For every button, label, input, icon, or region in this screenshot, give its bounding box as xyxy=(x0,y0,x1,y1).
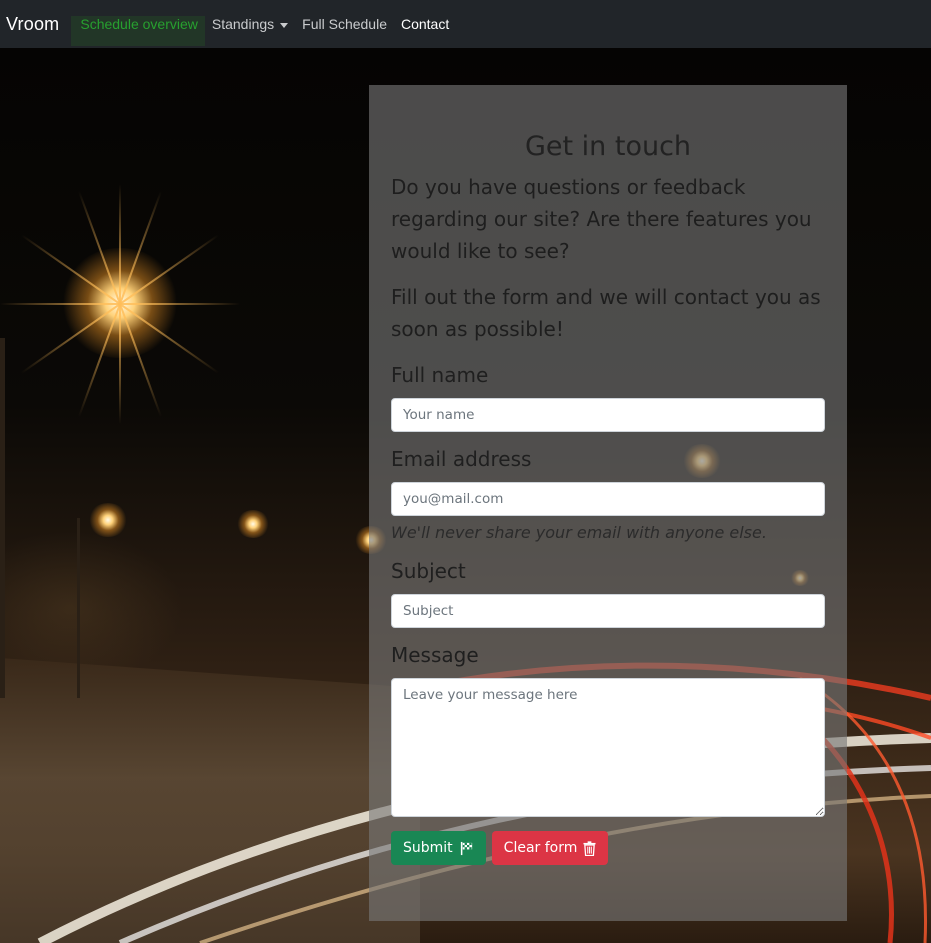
nav-link-contact[interactable]: Contact xyxy=(394,0,456,48)
message-label: Message xyxy=(391,643,479,667)
nav-link-full-schedule[interactable]: Full Schedule xyxy=(295,0,394,48)
clear-form-button-label: Clear form xyxy=(503,840,578,856)
contact-form: Full name Email address We'll never shar… xyxy=(391,361,825,865)
caret-down-icon xyxy=(280,22,289,28)
email-label: Email address xyxy=(391,447,532,471)
contact-form-card: Get in touch Do you have questions or fe… xyxy=(369,85,847,921)
message-textarea[interactable] xyxy=(391,678,825,817)
subject-label: Subject xyxy=(391,559,466,583)
email-input[interactable] xyxy=(391,482,825,516)
top-navbar: Vroom Schedule overview Standings Full S… xyxy=(0,0,931,48)
nav-dropdown-standings[interactable]: Standings xyxy=(205,0,295,48)
nav-link-schedule-overview[interactable]: Schedule overview xyxy=(71,0,205,48)
clear-form-button[interactable]: Clear form xyxy=(491,831,609,865)
brand-logo-link[interactable]: Vroom xyxy=(6,14,59,35)
email-help-text: We'll never share your email with anyone… xyxy=(391,523,767,542)
full-name-input[interactable] xyxy=(391,398,825,432)
full-name-label: Full name xyxy=(391,363,489,387)
page-title: Get in touch xyxy=(524,131,692,162)
form-buttons: Submit Clear form xyxy=(391,831,825,865)
flag-icon xyxy=(460,841,472,855)
submit-button[interactable]: Submit xyxy=(391,831,486,865)
submit-button-label: Submit xyxy=(403,840,453,856)
intro-text: Do you have questions or feedback regard… xyxy=(391,175,812,263)
intro-text-secondary: Fill out the form and we will contact yo… xyxy=(391,285,821,341)
trash-icon xyxy=(583,840,596,856)
nav-dropdown-standings-label: Standings xyxy=(211,16,275,32)
subject-input[interactable] xyxy=(391,594,825,628)
